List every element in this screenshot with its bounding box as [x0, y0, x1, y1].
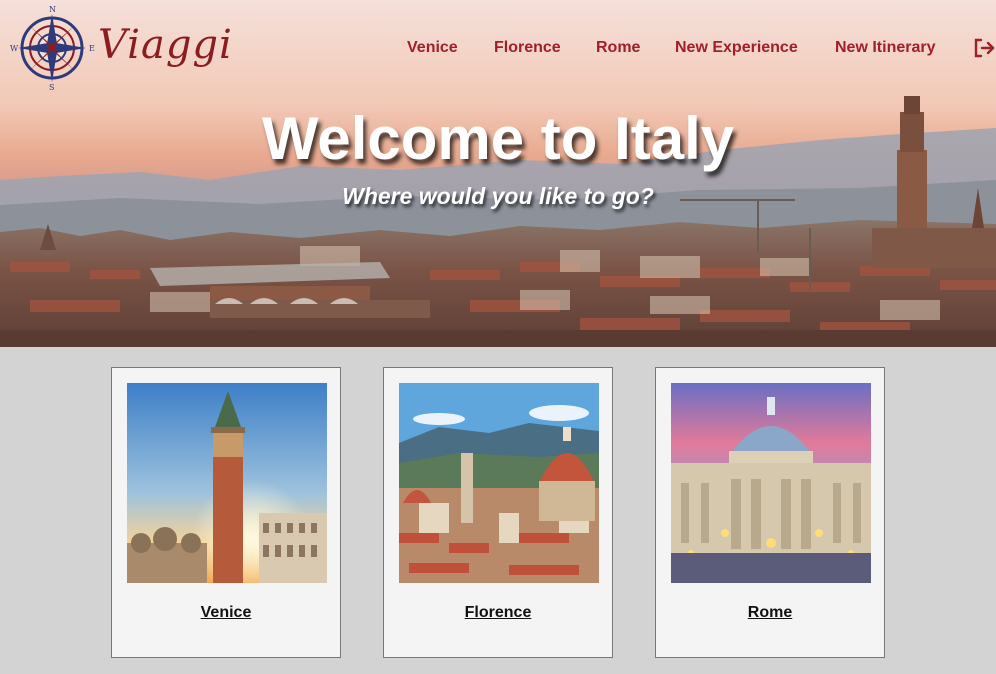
nav-florence[interactable]: Florence [494, 39, 561, 57]
compass-e: E [89, 44, 95, 53]
nav-new-experience[interactable]: New Experience [675, 39, 798, 57]
city-card-rome[interactable]: Rome [655, 367, 885, 658]
venice-campanile-photo[interactable] [127, 383, 327, 583]
compass-s: S [49, 83, 54, 92]
logout-arrow-icon [974, 38, 995, 58]
nav-new-itinerary[interactable]: New Itinerary [835, 39, 935, 57]
compass-logo[interactable]: N S W E [10, 4, 100, 92]
nav-rome[interactable]: Rome [596, 39, 640, 57]
city-card-florence[interactable]: Florence [383, 367, 613, 658]
rome-st-peters-photo[interactable] [671, 383, 871, 583]
hero-subtitle: Where would you like to go? [342, 183, 654, 209]
city-link-florence[interactable]: Florence [384, 604, 612, 622]
hero-banner: N S W E Viaggi Venice Florence Rome New … [0, 0, 996, 347]
compass-n: N [49, 5, 56, 14]
compass-rose-icon: N S W E [10, 5, 95, 92]
brand-name[interactable]: Viaggi [98, 22, 233, 68]
city-link-rome[interactable]: Rome [656, 604, 884, 622]
florence-duomo-photo[interactable] [399, 383, 599, 583]
compass-w: W [10, 44, 19, 53]
logout-button[interactable] [973, 38, 995, 58]
city-link-venice[interactable]: Venice [112, 604, 340, 622]
city-card-venice[interactable]: Venice [111, 367, 341, 658]
hero-title: Welcome to Italy [261, 105, 735, 172]
nav-venice[interactable]: Venice [407, 39, 458, 57]
